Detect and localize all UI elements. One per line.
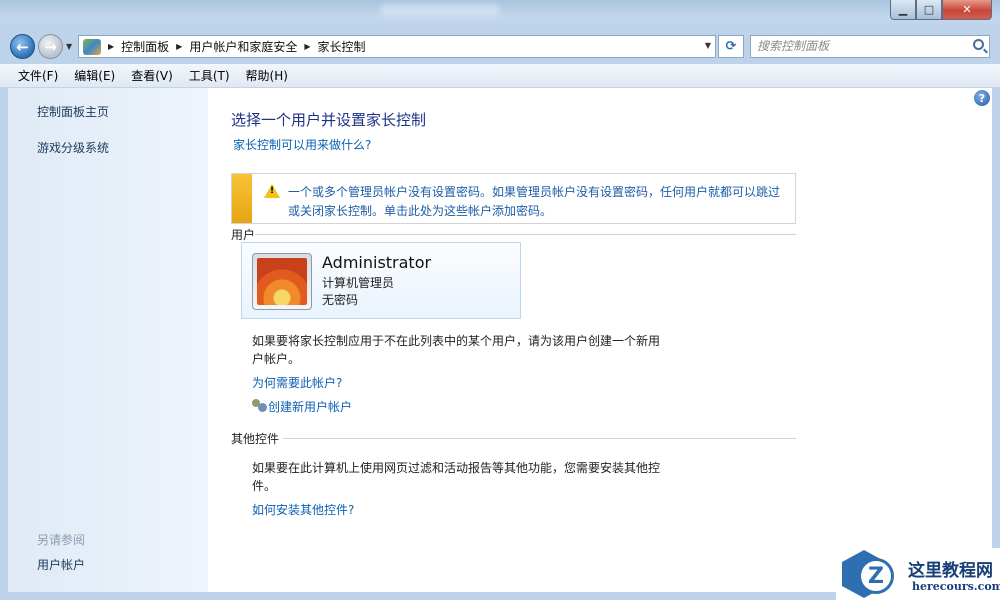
create-new-user-link[interactable]: 创建新用户帐户 — [268, 398, 352, 415]
not-in-list-text: 如果要将家长控制应用于不在此列表中的某个用户，请为该用户创建一个新用户帐户。 — [252, 334, 661, 366]
user-name: Administrator — [322, 253, 432, 272]
sidebar-item-user-accounts[interactable]: 用户帐户 — [37, 556, 85, 573]
refresh-button[interactable]: ⟳ — [718, 35, 744, 58]
site-watermark: Z 这里教程网 herecours.com — [836, 548, 1000, 600]
address-dropdown-icon[interactable]: ▼ — [705, 41, 711, 50]
how-install-controls-link[interactable]: 如何安装其他控件? — [252, 501, 354, 518]
sidebar-item-game-ratings[interactable]: 游戏分级系统 — [37, 139, 109, 156]
other-controls-text: 如果要在此计算机上使用网页过滤和活动报告等其他功能，您需要安装其他控件。 — [252, 461, 661, 493]
recent-pages-dropdown[interactable]: ▼ — [66, 42, 72, 51]
menu-view[interactable]: 查看(V) — [125, 67, 179, 84]
users-section-divider — [255, 234, 796, 235]
close-button[interactable]: ✕ — [942, 0, 992, 20]
address-toolbar: ← → ▼ ▶ 控制面板 ▶ 用户帐户和家庭安全 ▶ 家长控制 ▼ ⟳ — [0, 30, 1000, 64]
main-content: ? 选择一个用户并设置家长控制 家长控制可以用来做什么? 一个或多个管理员帐户没… — [208, 88, 992, 592]
refresh-icon: ⟳ — [725, 39, 737, 54]
arrow-right-icon: → — [44, 37, 57, 56]
breadcrumb-item-user-accounts[interactable]: 用户帐户和家庭安全 — [189, 38, 297, 55]
watermark-logo: Z — [838, 550, 898, 598]
what-can-parental-controls-do-link[interactable]: 家长控制可以用来做什么? — [233, 136, 371, 153]
users-section-label: 用户 — [231, 228, 256, 242]
search-icon[interactable] — [973, 39, 984, 50]
see-also-heading: 另请参阅 — [37, 533, 86, 547]
sidebar: 控制面板主页 游戏分级系统 另请参阅 用户帐户 — [8, 88, 208, 592]
user-tile-administrator[interactable]: Administrator 计算机管理员 无密码 — [241, 242, 521, 319]
search-box[interactable] — [750, 35, 990, 58]
breadcrumb-item-parental-controls[interactable]: 家长控制 — [318, 38, 366, 55]
control-panel-icon — [83, 38, 101, 55]
control-panel-window: ▁ □ ✕ ← → ▼ ▶ 控制面板 ▶ 用户帐户和家庭安全 ▶ 家长控制 ▼ … — [0, 0, 1000, 600]
minimize-button[interactable]: ▁ — [890, 0, 916, 20]
forward-button[interactable]: → — [38, 34, 63, 59]
menu-edit[interactable]: 编辑(E) — [68, 67, 121, 84]
user-password-status: 无密码 — [322, 293, 359, 307]
page-title: 选择一个用户并设置家长控制 — [231, 111, 427, 129]
arrow-left-icon: ← — [16, 37, 29, 56]
menu-file[interactable]: 文件(F) — [12, 67, 64, 84]
why-need-account-link[interactable]: 为何需要此帐户? — [252, 374, 342, 391]
warning-message[interactable]: 一个或多个管理员帐户没有设置密码。如果管理员帐户没有设置密码，任何用户就都可以跳… — [288, 183, 788, 221]
breadcrumb-chevron-icon[interactable]: ▶ — [304, 42, 310, 51]
sidebar-item-control-panel-home[interactable]: 控制面板主页 — [37, 103, 109, 120]
menu-bar: 文件(F) 编辑(E) 查看(V) 工具(T) 帮助(H) — [0, 64, 1000, 88]
maximize-button[interactable]: □ — [916, 0, 942, 20]
menu-help[interactable]: 帮助(H) — [240, 67, 294, 84]
breadcrumb-chevron-icon[interactable]: ▶ — [176, 42, 182, 51]
other-controls-section-label: 其他控件 — [231, 432, 280, 446]
breadcrumb[interactable]: ▶ 控制面板 ▶ 用户帐户和家庭安全 ▶ 家长控制 ▼ — [78, 35, 716, 58]
watermark-title: 这里教程网 — [908, 561, 993, 581]
back-button[interactable]: ← — [10, 34, 35, 59]
warning-bar — [232, 174, 252, 223]
admin-password-warning[interactable]: 一个或多个管理员帐户没有设置密码。如果管理员帐户没有设置密码，任何用户就都可以跳… — [231, 173, 796, 224]
watermark-url: herecours.com — [912, 580, 1000, 593]
avatar — [252, 253, 312, 310]
warning-icon — [264, 184, 280, 198]
menu-tools[interactable]: 工具(T) — [183, 67, 236, 84]
users-icon — [252, 399, 268, 413]
help-icon[interactable]: ? — [974, 90, 990, 106]
window-title-blur — [380, 4, 500, 16]
flower-avatar-image — [257, 258, 307, 305]
other-controls-divider — [283, 438, 796, 439]
breadcrumb-chevron-icon[interactable]: ▶ — [108, 42, 114, 51]
title-bar[interactable]: ▁ □ ✕ — [0, 0, 1000, 30]
search-input[interactable] — [757, 36, 957, 56]
breadcrumb-item-control-panel[interactable]: 控制面板 — [121, 38, 169, 55]
z-letter-icon: Z — [858, 558, 894, 594]
user-role: 计算机管理员 — [322, 276, 395, 290]
